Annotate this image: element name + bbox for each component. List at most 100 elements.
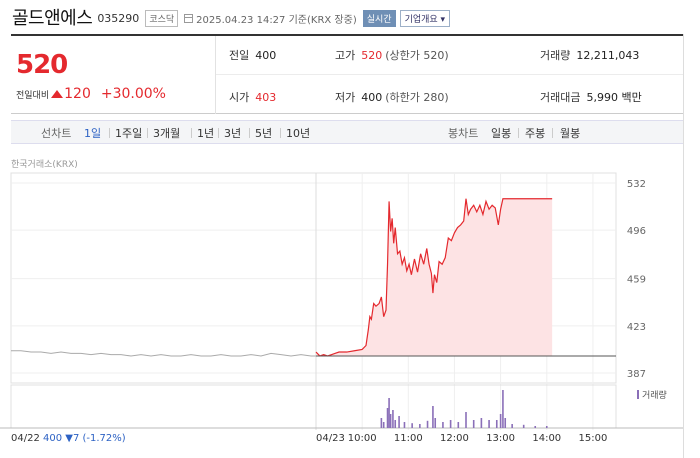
separator — [109, 128, 110, 138]
candle-monthly[interactable]: 월봉 — [560, 125, 580, 141]
open-cell: 시가 403 — [229, 89, 276, 105]
volume-bar — [392, 410, 394, 428]
period-5y[interactable]: 5년 — [255, 125, 272, 141]
volume-bar — [411, 423, 413, 428]
today-date-label: 04/23 — [316, 433, 345, 444]
period-selector-bar: 선차트 1일 1주일 3개월 1년 3년 5년 10년 봉차트 일봉 주봉 월봉 — [11, 120, 700, 144]
separator — [147, 128, 148, 138]
amount-value: 5,990 백만 — [586, 91, 642, 104]
chart-axis-labels: 532 496 459 423 387 10:00 11:00 12:00 13:00 14:00… — [11, 179, 667, 444]
change-label: 전일대비 — [16, 90, 50, 101]
quote-info-box: 520 전일대비 120 +30.00% 전일 400 시가 403 고가 52… — [11, 34, 700, 114]
change-value: 120 — [64, 86, 91, 102]
prev-close-value: 400 — [255, 48, 277, 62]
prev-date-label: 04/22 — [11, 433, 40, 444]
volume-bar — [545, 426, 548, 428]
volume-bar — [426, 420, 429, 428]
volume-bar — [534, 426, 537, 428]
low-cell: 저가 400 (하한가 280) — [335, 89, 449, 105]
prev-day-series — [11, 350, 317, 357]
separator — [218, 128, 219, 138]
volume-bar — [504, 418, 507, 428]
separator — [552, 128, 553, 138]
upper-limit: (상한가 520) — [385, 49, 449, 62]
y-tick-label: 532 — [627, 179, 646, 190]
volume-frame — [10, 384, 617, 429]
y-tick-label: 459 — [627, 275, 646, 286]
volume-bar — [449, 420, 452, 428]
x-tick-label: 11:00 — [394, 433, 423, 444]
volume-bar — [389, 414, 392, 428]
separator — [280, 128, 281, 138]
y-tick-label: 496 — [627, 226, 646, 237]
volume-bar — [465, 412, 467, 428]
volume-bar — [382, 422, 385, 428]
company-overview-dropdown[interactable]: 기업개요 ▾ — [399, 9, 451, 27]
x-tick-label: 10:00 — [348, 433, 377, 444]
x-tick-label: 15:00 — [579, 433, 608, 444]
period-3m[interactable]: 3개월 — [153, 125, 180, 141]
volume-bar — [480, 418, 483, 428]
y-tick-label: 387 — [627, 369, 646, 380]
volume-bar — [472, 420, 475, 428]
candle-daily[interactable]: 일봉 — [491, 125, 511, 141]
prev-close-label: 전일 — [229, 49, 250, 62]
change-row: 전일대비 120 +30.00% — [16, 86, 166, 102]
volume-bars — [380, 390, 548, 428]
separator — [249, 128, 250, 138]
current-price: 520 — [16, 50, 68, 80]
volume-bar — [380, 418, 383, 428]
current-price-panel: 520 전일대비 120 +30.00% — [11, 36, 216, 114]
low-label: 저가 — [335, 91, 356, 104]
volume-bar — [394, 420, 397, 428]
volume-bar — [499, 414, 502, 428]
volume-legend-label: 거래량 — [642, 389, 667, 401]
volume-value: 12,211,043 — [576, 48, 640, 62]
volume-bar — [442, 422, 444, 428]
volume-bar — [511, 424, 513, 428]
x-tick-label: 13:00 — [486, 433, 515, 444]
open-label: 시가 — [229, 91, 250, 104]
high-label: 고가 — [335, 49, 356, 62]
stock-name: 골드앤에스 — [12, 8, 93, 29]
candle-weekly[interactable]: 주봉 — [525, 125, 545, 141]
prev-close-cell: 전일 400 — [229, 47, 276, 63]
volume-legend-swatch — [637, 390, 639, 399]
candle-chart-label: 봉차트 — [448, 127, 479, 140]
y-tick-label: 423 — [627, 322, 646, 333]
period-1y[interactable]: 1년 — [197, 125, 214, 141]
prev-close-note: 400 ▼7 (-1.72%) — [43, 433, 126, 444]
period-10y[interactable]: 10년 — [286, 125, 310, 141]
realtime-button[interactable]: 실시간 — [362, 9, 396, 27]
volume-bar — [388, 398, 390, 428]
lower-limit: (하한가 280) — [385, 91, 449, 104]
volume-bar — [386, 408, 389, 428]
chart-source: 한국거래소(KRX) — [11, 160, 78, 170]
period-1w[interactable]: 1주일 — [115, 125, 142, 141]
market-badge: 코스닥 — [145, 9, 179, 27]
volume-label: 거래량 — [540, 49, 571, 62]
volume-cell: 거래량 12,211,043 — [540, 47, 639, 63]
volume-bar — [495, 420, 498, 428]
high-cell: 고가 520 (상한가 520) — [335, 47, 449, 63]
volume-bar — [398, 416, 400, 428]
calendar-icon — [184, 13, 194, 23]
amount-label: 거래대금 — [540, 91, 581, 104]
chart-grid — [0, 172, 683, 430]
volume-bar — [522, 424, 525, 428]
prev-day-line — [11, 350, 317, 357]
page-scrollbar[interactable] — [683, 34, 700, 458]
period-1d[interactable]: 1일 — [84, 125, 101, 141]
separator — [191, 128, 192, 138]
separator — [518, 128, 519, 138]
volume-bar — [488, 420, 490, 428]
stock-header: 골드앤에스 035290 코스닥 2025.04.23 14:27 기준(KRX… — [12, 5, 451, 29]
change-percent: +30.00% — [100, 86, 166, 102]
x-tick-label: 12:00 — [440, 433, 469, 444]
volume-bar — [403, 422, 406, 428]
stock-code: 035290 — [97, 12, 140, 25]
x-tick-label: 14:00 — [532, 433, 561, 444]
period-3y[interactable]: 3년 — [224, 125, 241, 141]
volume-bar — [434, 418, 437, 428]
amount-cell: 거래대금 5,990 백만 — [540, 89, 642, 105]
